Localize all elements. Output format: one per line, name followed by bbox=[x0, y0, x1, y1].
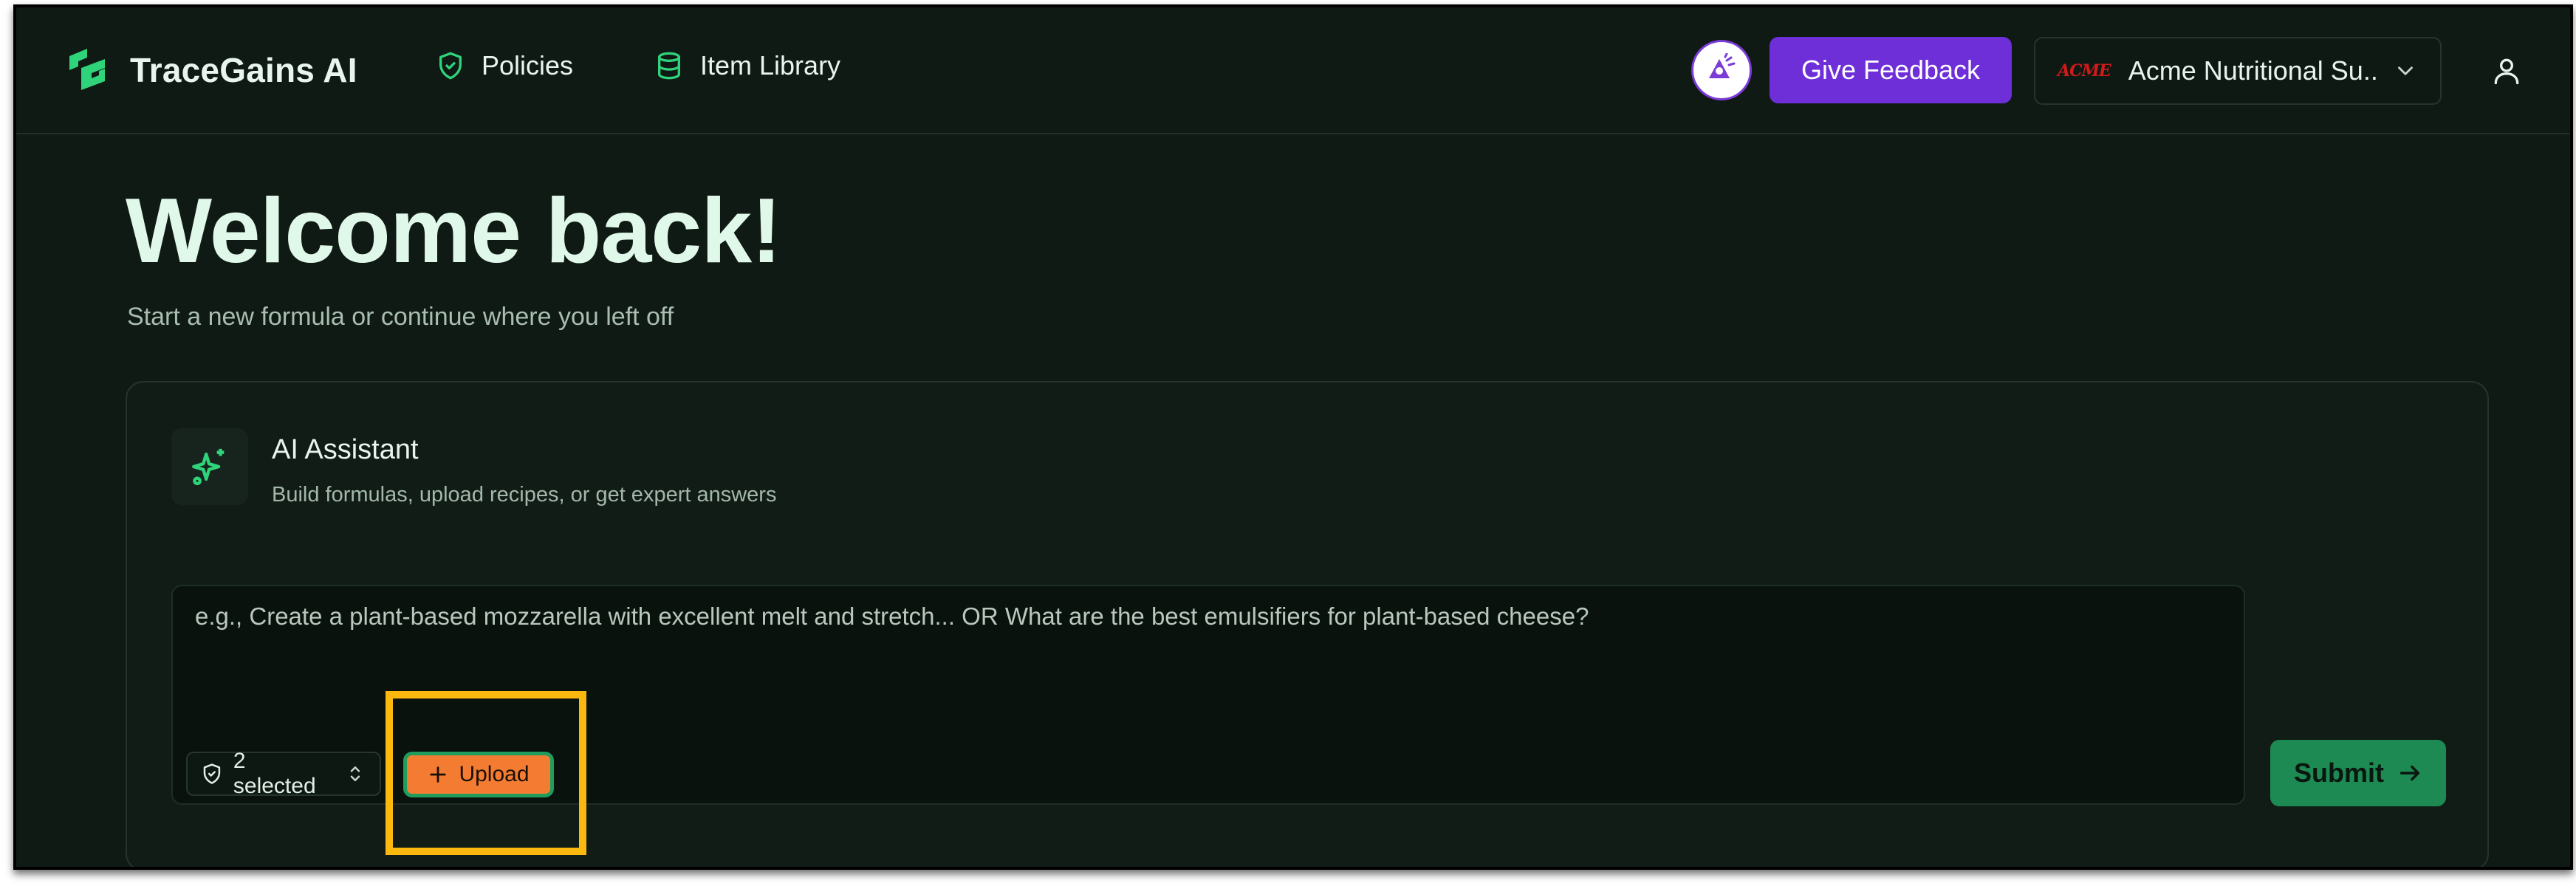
submit-button-label: Submit bbox=[2294, 758, 2384, 788]
app-window: TraceGains AI Policies Item Library Give… bbox=[13, 4, 2573, 870]
organization-name: Acme Nutritional Su... bbox=[2128, 55, 2380, 86]
prompt-input[interactable] bbox=[195, 603, 2219, 691]
nav-item-library-label: Item Library bbox=[700, 50, 841, 80]
nav-item-library[interactable]: Item Library bbox=[654, 50, 840, 81]
top-nav-bar: TraceGains AI Policies Item Library Give… bbox=[16, 7, 2570, 134]
chevron-down-icon bbox=[2398, 66, 2413, 75]
nav-policies-label: Policies bbox=[482, 50, 574, 80]
chevron-up-down-icon bbox=[350, 766, 360, 781]
arrow-right-icon bbox=[2399, 765, 2420, 781]
sparkle-icon-container bbox=[171, 428, 248, 505]
tracegains-logo-icon[interactable] bbox=[65, 46, 109, 93]
megaphone-icon bbox=[1709, 53, 1736, 78]
policy-select[interactable]: 2 selected bbox=[186, 749, 381, 798]
page-subtitle: Start a new formula or continue where yo… bbox=[127, 303, 674, 331]
submit-button[interactable]: Submit bbox=[2270, 740, 2446, 806]
nav-policies[interactable]: Policies bbox=[436, 50, 573, 81]
assistant-title: AI Assistant bbox=[272, 434, 419, 465]
announcements-button[interactable] bbox=[1691, 40, 1752, 100]
page-title: Welcome back! bbox=[126, 180, 782, 282]
give-feedback-button[interactable]: Give Feedback bbox=[1770, 37, 2012, 103]
brand-name[interactable]: TraceGains AI bbox=[130, 50, 357, 90]
policy-select-value: 2 selected bbox=[233, 749, 316, 798]
highlight-box bbox=[386, 691, 586, 855]
acme-logo: ACME bbox=[2058, 61, 2111, 80]
organization-select[interactable]: ACME Acme Nutritional Su... bbox=[2034, 37, 2442, 105]
shield-check-icon bbox=[439, 52, 462, 80]
sparkles-icon bbox=[192, 448, 225, 486]
database-icon bbox=[658, 52, 680, 80]
shield-check-icon bbox=[203, 763, 221, 784]
assistant-description: Build formulas, upload recipes, or get e… bbox=[272, 483, 777, 507]
user-profile-icon[interactable] bbox=[2490, 55, 2523, 87]
